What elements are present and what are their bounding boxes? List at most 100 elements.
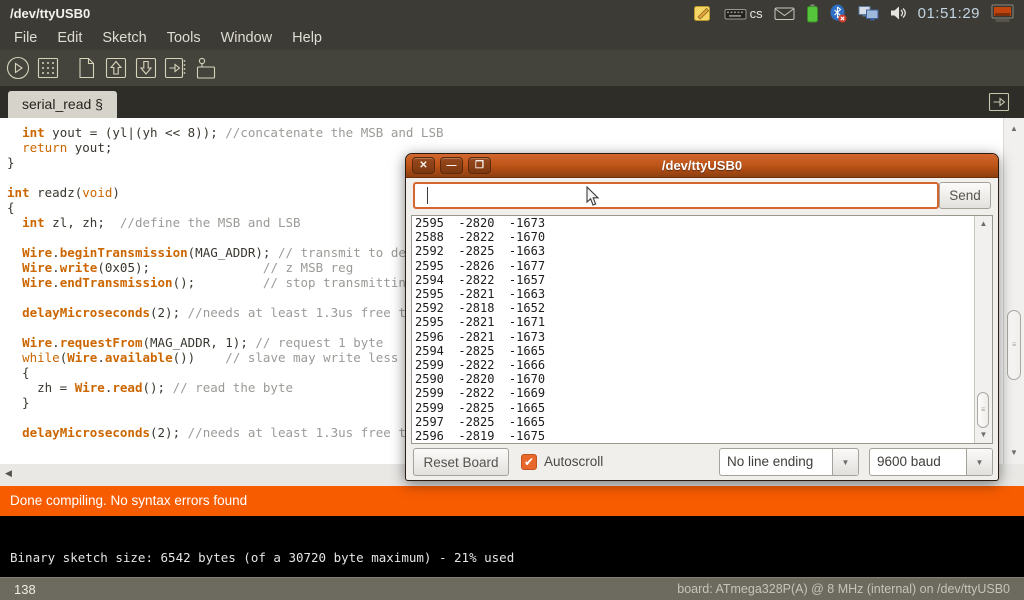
code-line: int readz(void)	[7, 185, 444, 200]
code-line: }	[7, 155, 444, 170]
board-info: board: ATmega328P(A) @ 8 MHz (internal) …	[677, 582, 1010, 596]
serial-row: 2599 -2825 -1665	[415, 401, 545, 415]
serial-row: 2590 -2820 -1670	[415, 372, 545, 386]
close-icon[interactable]: ✕	[412, 157, 435, 174]
battery-icon[interactable]	[806, 4, 819, 23]
menu-edit[interactable]: Edit	[47, 30, 92, 46]
code-line: zh = Wire.read(); // read the byte	[7, 380, 444, 395]
code-line: while(Wire.available()) // slave may wri…	[7, 350, 444, 365]
scroll-down-arrow-icon[interactable]: ▼	[975, 430, 992, 440]
code-line: return yout;	[7, 140, 444, 155]
serial-monitor-titlebar[interactable]: ✕ — ❒ /dev/ttyUSB0	[406, 154, 998, 178]
stop-button[interactable]	[34, 55, 61, 82]
open-sketch-button[interactable]	[102, 55, 129, 82]
clock[interactable]: 01:51:29	[918, 5, 980, 22]
code-line: int yout = (yl|(yh << 8)); //concatenate…	[7, 125, 444, 140]
code-line: {	[7, 200, 444, 215]
serial-row: 2592 -2825 -1663	[415, 244, 545, 258]
tab-menu-button[interactable]	[986, 91, 1012, 113]
scroll-left-arrow-icon[interactable]: ◀	[5, 468, 12, 479]
code-line: {	[7, 365, 444, 380]
menu-help[interactable]: Help	[282, 30, 332, 46]
code-line	[7, 230, 444, 245]
maximize-icon[interactable]: ❒	[468, 157, 491, 174]
serial-row: 2594 -2822 -1657	[415, 273, 545, 287]
ide-menubar: File Edit Sketch Tools Window Help	[0, 26, 1024, 50]
console-output: Binary sketch size: 6542 bytes (of a 307…	[0, 516, 1024, 577]
arduino-ide-screen: /dev/ttyUSB0 cs 01:5	[0, 0, 1024, 600]
serial-row: 2599 -2822 -1666	[415, 358, 545, 372]
display-session-icon[interactable]	[991, 4, 1014, 23]
console-message: Binary sketch size: 6542 bytes (of a 307…	[10, 550, 514, 565]
chevron-down-icon[interactable]: ▼	[832, 449, 858, 475]
mail-icon[interactable]	[774, 6, 795, 21]
compile-status-bar: Done compiling. No syntax errors found	[0, 486, 1024, 516]
send-button[interactable]: Send	[939, 182, 991, 209]
code-line: Wire.write(0x05); // z MSB reg	[7, 260, 444, 275]
code-area[interactable]: int yout = (yl|(yh << 8)); //concatenate…	[7, 125, 444, 440]
verify-button[interactable]	[4, 55, 31, 82]
code-line: int zl, zh; //define the MSB and LSB	[7, 215, 444, 230]
minimize-icon[interactable]: —	[440, 157, 463, 174]
code-line: Wire.requestFrom(MAG_ADDR, 1); // reques…	[7, 335, 444, 350]
mouse-cursor	[586, 186, 601, 212]
serial-scrollbar[interactable]: ▲ ≡ ▼	[974, 216, 992, 443]
new-sketch-button[interactable]	[72, 55, 99, 82]
cursor-line-number: 138	[14, 582, 36, 597]
code-line: Wire.beginTransmission(MAG_ADDR); // tra…	[7, 245, 444, 260]
code-line: delayMicroseconds(2); //needs at least 1…	[7, 305, 444, 320]
serial-monitor-controls: Reset Board ✔ Autoscroll No line ending …	[413, 448, 991, 476]
reset-board-button[interactable]: Reset Board	[413, 448, 509, 476]
serial-row: 2599 -2822 -1669	[415, 386, 545, 400]
menu-file[interactable]: File	[4, 30, 47, 46]
scroll-down-arrow-icon[interactable]: ▼	[1004, 448, 1024, 458]
serial-row: 2596 -2819 -1675	[415, 429, 545, 443]
baud-rate-dropdown[interactable]: 9600 baud ▼	[869, 448, 993, 476]
code-line: }	[7, 395, 444, 410]
scroll-up-arrow-icon[interactable]: ▲	[975, 219, 992, 229]
keyboard-icon	[724, 6, 747, 21]
serial-send-input[interactable]	[413, 182, 939, 209]
editor-vertical-scrollbar[interactable]: ▲ ≡ ▼	[1003, 118, 1024, 464]
scroll-up-arrow-icon[interactable]: ▲	[1004, 124, 1024, 134]
system-tray: cs 01:51:29	[693, 4, 1014, 23]
save-sketch-button[interactable]	[132, 55, 159, 82]
ide-statusbar: 138 board: ATmega328P(A) @ 8 MHz (intern…	[0, 577, 1024, 600]
autoscroll-checkbox[interactable]: ✔	[521, 454, 537, 470]
serial-monitor-button[interactable]	[192, 55, 219, 82]
keyboard-layout-indicator[interactable]: cs	[724, 6, 763, 21]
desktop-top-panel: /dev/ttyUSB0 cs 01:5	[0, 0, 1024, 26]
upload-button[interactable]	[162, 55, 189, 82]
serial-row: 2595 -2826 -1677	[415, 259, 545, 273]
serial-row: 2597 -2825 -1665	[415, 415, 545, 429]
serial-row: 2588 -2822 -1670	[415, 230, 545, 244]
line-ending-value: No line ending	[720, 449, 832, 475]
autoscroll-label: Autoscroll	[544, 448, 603, 476]
line-ending-dropdown[interactable]: No line ending ▼	[719, 448, 859, 476]
ide-toolbar	[0, 50, 1024, 86]
tab-serial-read[interactable]: serial_read §	[8, 91, 117, 118]
code-line: Wire.endTransmission(); // stop transmit…	[7, 275, 444, 290]
network-icon[interactable]	[858, 5, 879, 22]
window-controls: ✕ — ❒	[412, 157, 491, 174]
serial-row: 2595 -2821 -1663	[415, 287, 545, 301]
serial-row: 2595 -2821 -1671	[415, 315, 545, 329]
menu-window[interactable]: Window	[211, 30, 283, 46]
menu-tools[interactable]: Tools	[157, 30, 211, 46]
bluetooth-icon[interactable]	[830, 4, 847, 23]
serial-row: 2595 -2820 -1673	[415, 216, 545, 230]
serial-scrollbar-thumb[interactable]: ≡	[977, 392, 989, 428]
chevron-down-icon[interactable]: ▼	[966, 449, 992, 475]
baud-rate-value: 9600 baud	[870, 449, 966, 475]
text-caret	[427, 187, 428, 204]
serial-monitor-window: ✕ — ❒ /dev/ttyUSB0 Send 2595 -2820 -1673…	[405, 153, 999, 481]
code-line	[7, 410, 444, 425]
volume-icon[interactable]	[890, 5, 907, 21]
serial-row: 2596 -2821 -1673	[415, 330, 545, 344]
serial-output-area[interactable]: 2595 -2820 -16732588 -2822 -16702592 -28…	[411, 215, 993, 444]
note-edit-icon[interactable]	[693, 4, 713, 23]
code-line: delayMicroseconds(2); //needs at least 1…	[7, 425, 444, 440]
menu-sketch[interactable]: Sketch	[92, 30, 156, 46]
editor-scrollbar-thumb[interactable]: ≡	[1007, 310, 1021, 380]
serial-row: 2594 -2825 -1665	[415, 344, 545, 358]
